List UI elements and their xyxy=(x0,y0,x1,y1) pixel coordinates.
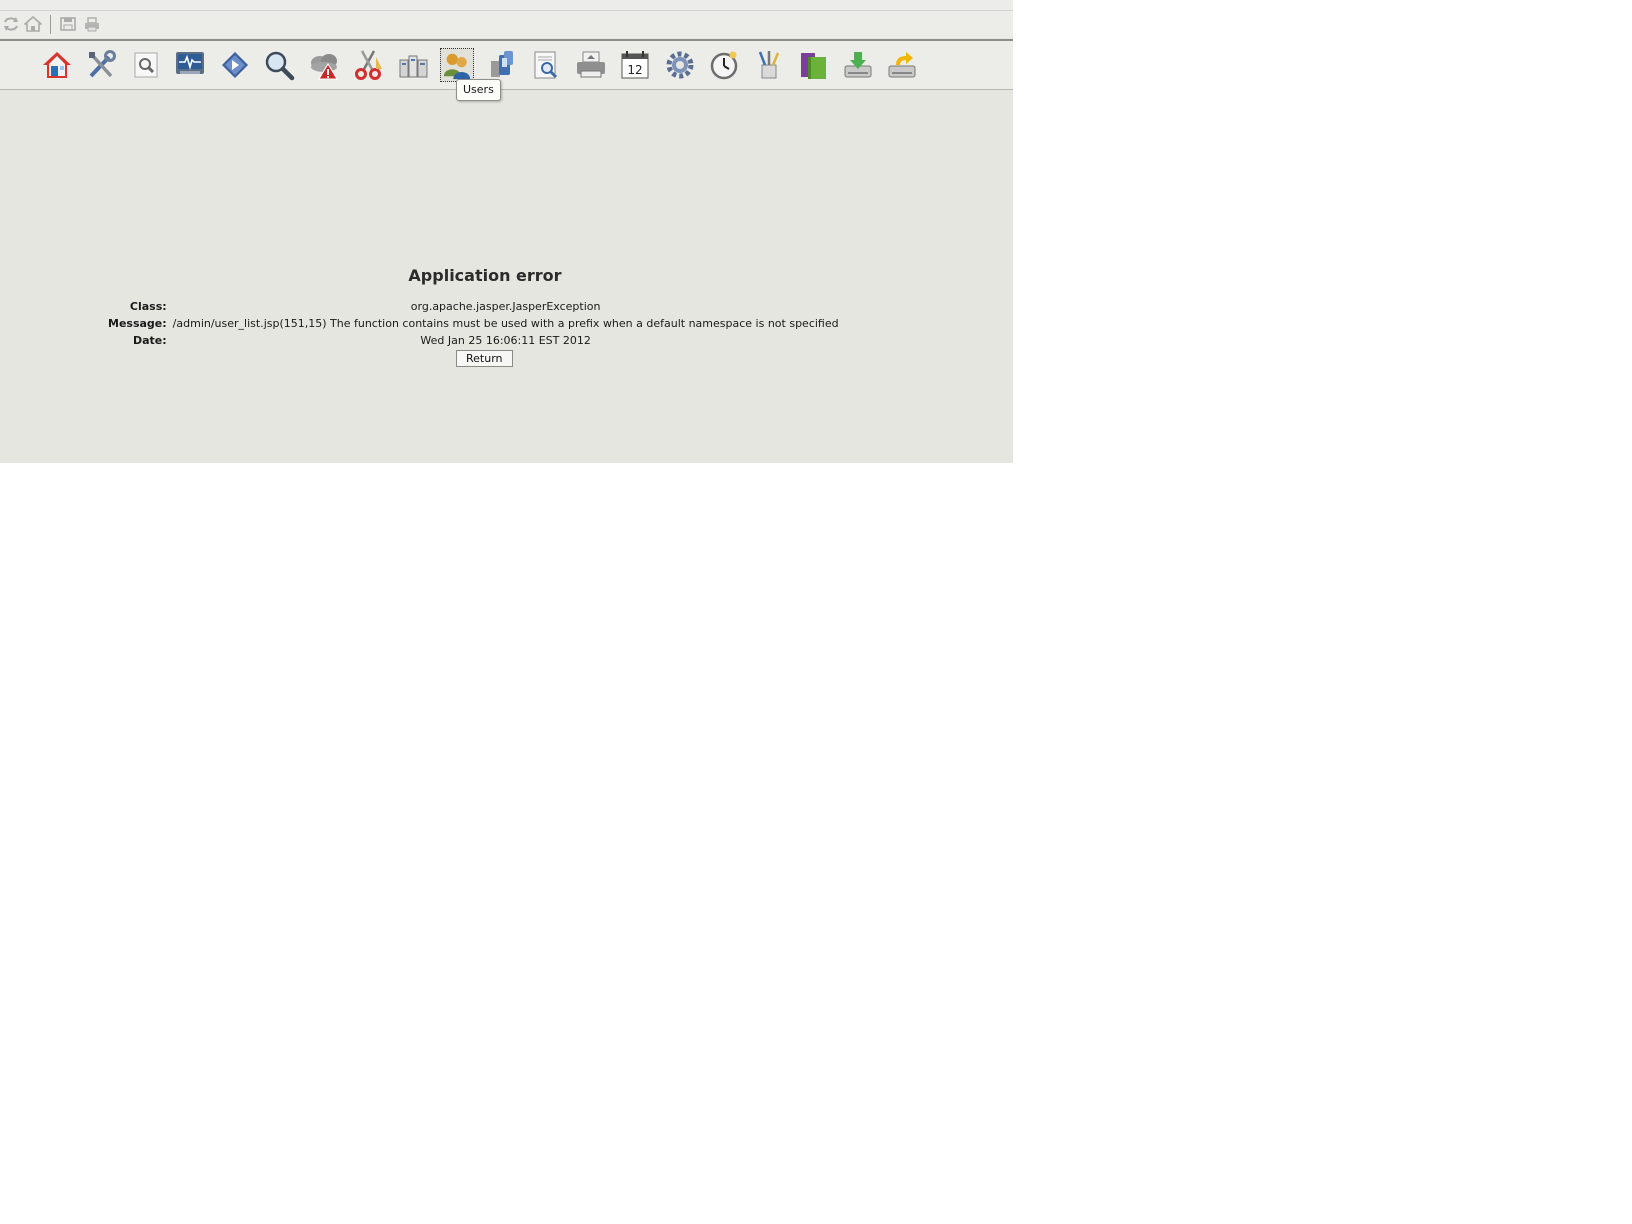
monitor-button[interactable] xyxy=(173,48,207,82)
servers-button[interactable] xyxy=(396,48,430,82)
drive-download-button[interactable] xyxy=(841,48,875,82)
devices-button[interactable] xyxy=(485,48,519,82)
home-icon[interactable] xyxy=(22,15,44,32)
date-label: Date: xyxy=(133,334,167,347)
settings-button[interactable] xyxy=(663,48,697,82)
diamond-arrow-button[interactable] xyxy=(218,48,252,82)
monitor-icon xyxy=(176,52,204,74)
mini-toolbar xyxy=(0,11,1013,38)
document-preview-button[interactable] xyxy=(529,48,563,82)
magnifier-icon xyxy=(265,51,295,81)
magnifier-button[interactable] xyxy=(262,48,296,82)
message-value: /admin/user_list.jsp(151,15) The functio… xyxy=(172,317,839,330)
clock-button[interactable] xyxy=(707,48,741,82)
class-label: Class: xyxy=(129,300,167,313)
cloud-warning-button[interactable] xyxy=(307,48,341,82)
class-value: org.apache.jasper.JasperException xyxy=(410,300,601,313)
clock-icon xyxy=(710,51,738,80)
search-document-button[interactable] xyxy=(129,48,163,82)
message-label: Message: xyxy=(108,317,167,330)
error-class-row: Class: org.apache.jasper.JasperException xyxy=(106,298,841,315)
diamond-arrow-icon xyxy=(222,52,248,78)
tools-icon xyxy=(89,50,116,78)
home-icon xyxy=(43,52,71,78)
search-document-icon xyxy=(134,52,158,78)
pens-button[interactable] xyxy=(752,48,786,82)
books-icon xyxy=(801,53,826,79)
gear-icon xyxy=(666,51,694,79)
cloud-warning-icon xyxy=(311,54,338,80)
drive-upload-icon xyxy=(888,52,916,78)
drive-upload-button[interactable] xyxy=(885,48,919,82)
calendar-button[interactable]: 12 xyxy=(618,48,652,82)
error-title: Application error xyxy=(408,266,562,285)
error-details-table: Class: org.apache.jasper.JasperException… xyxy=(106,298,841,349)
users-button[interactable] xyxy=(440,48,474,82)
calendar-day-number: 12 xyxy=(627,63,642,77)
window-top-strip xyxy=(0,0,1013,11)
application-window: 12 Users Application error Class: org.ap… xyxy=(0,0,1013,463)
return-button[interactable]: Return xyxy=(456,350,513,367)
home-button[interactable] xyxy=(40,48,74,82)
drive-download-icon xyxy=(844,52,872,78)
devices-icon xyxy=(491,51,513,77)
books-button[interactable] xyxy=(796,48,830,82)
tools-button[interactable] xyxy=(84,48,118,82)
servers-icon xyxy=(399,55,428,78)
save-icon[interactable] xyxy=(59,16,77,32)
error-date-row: Date: Wed Jan 25 16:06:11 EST 2012 xyxy=(106,332,841,349)
pens-icon xyxy=(758,51,780,79)
printer-button[interactable] xyxy=(574,48,608,82)
date-value: Wed Jan 25 16:06:11 EST 2012 xyxy=(420,334,591,347)
scissors-button[interactable] xyxy=(351,48,385,82)
scissors-icon xyxy=(355,50,382,80)
users-tooltip: Users xyxy=(456,79,501,101)
error-message-row: Message: /admin/user_list.jsp(151,15) Th… xyxy=(106,315,841,332)
calendar-icon: 12 xyxy=(621,51,649,79)
refresh-icon[interactable] xyxy=(2,16,20,32)
print-icon[interactable] xyxy=(83,16,101,32)
main-toolbar: 12 xyxy=(0,39,1013,90)
toolbar-separator xyxy=(50,15,51,34)
document-preview-icon xyxy=(534,51,558,79)
printer-icon xyxy=(577,51,605,78)
users-icon xyxy=(443,53,471,80)
